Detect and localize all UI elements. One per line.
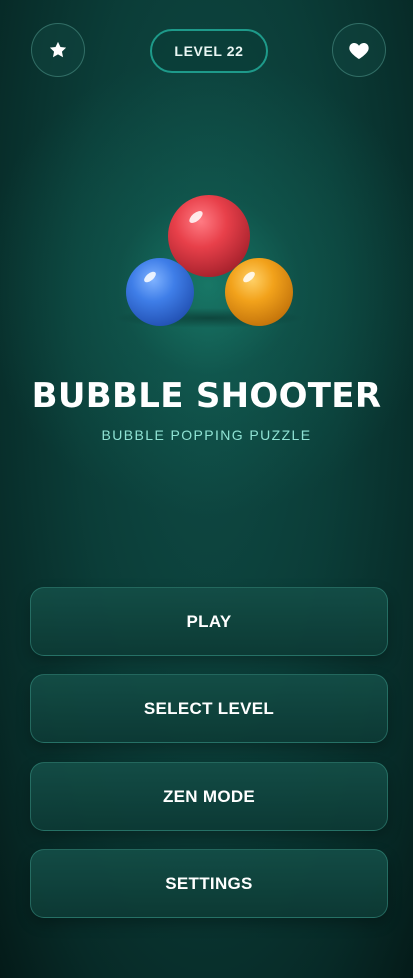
orange-bubble bbox=[225, 258, 293, 326]
select-level-button-label: SELECT LEVEL bbox=[143, 698, 275, 718]
game-subtitle: BUBBLE POPPING PUZZLE bbox=[101, 427, 312, 443]
select-level-button[interactable]: SELECT LEVEL bbox=[30, 674, 388, 743]
play-button[interactable]: PLAY bbox=[30, 587, 388, 656]
blue-bubble bbox=[126, 258, 194, 326]
zen-mode-button-label: ZEN MODE bbox=[162, 786, 256, 806]
bubbles-logo bbox=[114, 195, 304, 328]
red-bubble bbox=[168, 195, 250, 277]
zen-mode-button[interactable]: ZEN MODE bbox=[30, 762, 388, 831]
main-menu-screen: LEVEL 22 BUBBLE SHOOTER BUBBLE POPPING P… bbox=[0, 0, 413, 978]
play-button-label: PLAY bbox=[186, 611, 232, 631]
settings-button[interactable]: SETTINGS bbox=[30, 849, 388, 918]
game-title: BUBBLE SHOOTER bbox=[31, 376, 382, 416]
settings-button-label: SETTINGS bbox=[165, 873, 253, 893]
